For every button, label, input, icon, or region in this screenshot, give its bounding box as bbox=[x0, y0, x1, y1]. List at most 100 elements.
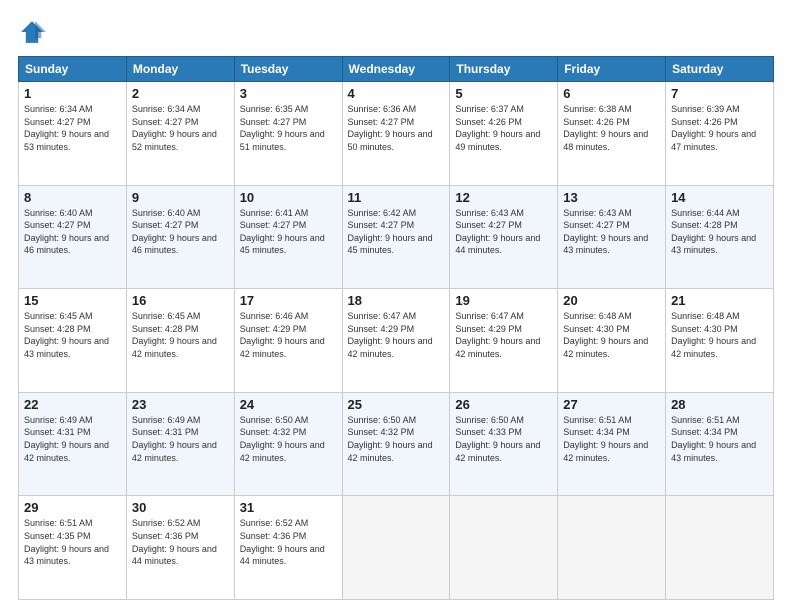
calendar-cell: 17 Sunrise: 6:46 AMSunset: 4:29 PMDayligh… bbox=[234, 289, 342, 393]
logo-icon bbox=[18, 18, 46, 46]
day-number: 28 bbox=[671, 397, 768, 412]
calendar-cell: 16 Sunrise: 6:45 AMSunset: 4:28 PMDayligh… bbox=[126, 289, 234, 393]
day-number: 6 bbox=[563, 86, 660, 101]
weekday-header: Thursday bbox=[450, 57, 558, 82]
day-info: Sunrise: 6:47 AMSunset: 4:29 PMDaylight:… bbox=[455, 311, 540, 359]
day-number: 20 bbox=[563, 293, 660, 308]
day-number: 24 bbox=[240, 397, 337, 412]
day-info: Sunrise: 6:51 AMSunset: 4:34 PMDaylight:… bbox=[563, 415, 648, 463]
day-number: 26 bbox=[455, 397, 552, 412]
day-info: Sunrise: 6:43 AMSunset: 4:27 PMDaylight:… bbox=[563, 208, 648, 256]
calendar-table: SundayMondayTuesdayWednesdayThursdayFrid… bbox=[18, 56, 774, 600]
calendar-cell: 6 Sunrise: 6:38 AMSunset: 4:26 PMDaylight… bbox=[558, 82, 666, 186]
day-info: Sunrise: 6:51 AMSunset: 4:34 PMDaylight:… bbox=[671, 415, 756, 463]
calendar-cell: 27 Sunrise: 6:51 AMSunset: 4:34 PMDayligh… bbox=[558, 392, 666, 496]
day-number: 21 bbox=[671, 293, 768, 308]
day-info: Sunrise: 6:50 AMSunset: 4:32 PMDaylight:… bbox=[348, 415, 433, 463]
logo bbox=[18, 18, 50, 46]
calendar-cell: 12Sunrise: 6:43 AMSunset: 4:27 PMDayligh… bbox=[450, 185, 558, 289]
day-info: Sunrise: 6:47 AMSunset: 4:29 PMDaylight:… bbox=[348, 311, 433, 359]
day-info: Sunrise: 6:40 AMSunset: 4:27 PMDaylight:… bbox=[24, 208, 109, 256]
day-number: 29 bbox=[24, 500, 121, 515]
day-info: Sunrise: 6:34 AMSunset: 4:27 PMDaylight:… bbox=[24, 104, 109, 152]
calendar-cell: 24 Sunrise: 6:50 AMSunset: 4:32 PMDayligh… bbox=[234, 392, 342, 496]
calendar-cell: 15 Sunrise: 6:45 AMSunset: 4:28 PMDayligh… bbox=[19, 289, 127, 393]
weekday-header: Saturday bbox=[666, 57, 774, 82]
calendar-cell: 28 Sunrise: 6:51 AMSunset: 4:34 PMDayligh… bbox=[666, 392, 774, 496]
calendar-cell: 3Sunrise: 6:35 AMSunset: 4:27 PMDaylight… bbox=[234, 82, 342, 186]
calendar-cell: 21 Sunrise: 6:48 AMSunset: 4:30 PMDayligh… bbox=[666, 289, 774, 393]
weekday-header: Sunday bbox=[19, 57, 127, 82]
day-info: Sunrise: 6:48 AMSunset: 4:30 PMDaylight:… bbox=[671, 311, 756, 359]
calendar-cell: 19 Sunrise: 6:47 AMSunset: 4:29 PMDayligh… bbox=[450, 289, 558, 393]
day-number: 30 bbox=[132, 500, 229, 515]
day-number: 11 bbox=[348, 190, 445, 205]
calendar-cell: 11 Sunrise: 6:42 AMSunset: 4:27 PMDayligh… bbox=[342, 185, 450, 289]
calendar-cell: 14 Sunrise: 6:44 AMSunset: 4:28 PMDayligh… bbox=[666, 185, 774, 289]
calendar-cell: 7Sunrise: 6:39 AMSunset: 4:26 PMDaylight… bbox=[666, 82, 774, 186]
day-info: Sunrise: 6:49 AMSunset: 4:31 PMDaylight:… bbox=[24, 415, 109, 463]
calendar-cell: 1 Sunrise: 6:34 AMSunset: 4:27 PMDaylight… bbox=[19, 82, 127, 186]
day-info: Sunrise: 6:45 AMSunset: 4:28 PMDaylight:… bbox=[132, 311, 217, 359]
day-info: Sunrise: 6:39 AMSunset: 4:26 PMDaylight:… bbox=[671, 104, 756, 152]
calendar-cell bbox=[666, 496, 774, 600]
day-number: 1 bbox=[24, 86, 121, 101]
day-number: 17 bbox=[240, 293, 337, 308]
day-info: Sunrise: 6:34 AMSunset: 4:27 PMDaylight:… bbox=[132, 104, 217, 152]
day-number: 31 bbox=[240, 500, 337, 515]
day-number: 16 bbox=[132, 293, 229, 308]
day-info: Sunrise: 6:52 AMSunset: 4:36 PMDaylight:… bbox=[240, 518, 325, 566]
day-number: 3 bbox=[240, 86, 337, 101]
page: SundayMondayTuesdayWednesdayThursdayFrid… bbox=[0, 0, 792, 612]
weekday-header: Tuesday bbox=[234, 57, 342, 82]
day-info: Sunrise: 6:37 AMSunset: 4:26 PMDaylight:… bbox=[455, 104, 540, 152]
day-number: 5 bbox=[455, 86, 552, 101]
day-number: 2 bbox=[132, 86, 229, 101]
day-info: Sunrise: 6:45 AMSunset: 4:28 PMDaylight:… bbox=[24, 311, 109, 359]
day-info: Sunrise: 6:44 AMSunset: 4:28 PMDaylight:… bbox=[671, 208, 756, 256]
calendar-cell: 23 Sunrise: 6:49 AMSunset: 4:31 PMDayligh… bbox=[126, 392, 234, 496]
day-number: 12 bbox=[455, 190, 552, 205]
calendar-cell: 30 Sunrise: 6:52 AMSunset: 4:36 PMDayligh… bbox=[126, 496, 234, 600]
calendar-cell: 13 Sunrise: 6:43 AMSunset: 4:27 PMDayligh… bbox=[558, 185, 666, 289]
calendar-cell: 26 Sunrise: 6:50 AMSunset: 4:33 PMDayligh… bbox=[450, 392, 558, 496]
day-info: Sunrise: 6:36 AMSunset: 4:27 PMDaylight:… bbox=[348, 104, 433, 152]
day-info: Sunrise: 6:50 AMSunset: 4:32 PMDaylight:… bbox=[240, 415, 325, 463]
calendar-cell: 31 Sunrise: 6:52 AMSunset: 4:36 PMDayligh… bbox=[234, 496, 342, 600]
calendar-cell: 22Sunrise: 6:49 AMSunset: 4:31 PMDayligh… bbox=[19, 392, 127, 496]
calendar-cell bbox=[342, 496, 450, 600]
day-number: 14 bbox=[671, 190, 768, 205]
day-number: 19 bbox=[455, 293, 552, 308]
day-info: Sunrise: 6:51 AMSunset: 4:35 PMDaylight:… bbox=[24, 518, 109, 566]
day-info: Sunrise: 6:50 AMSunset: 4:33 PMDaylight:… bbox=[455, 415, 540, 463]
calendar-cell: 2 Sunrise: 6:34 AMSunset: 4:27 PMDaylight… bbox=[126, 82, 234, 186]
calendar-cell bbox=[450, 496, 558, 600]
day-number: 8 bbox=[24, 190, 121, 205]
day-info: Sunrise: 6:49 AMSunset: 4:31 PMDaylight:… bbox=[132, 415, 217, 463]
day-number: 15 bbox=[24, 293, 121, 308]
calendar-cell: 20 Sunrise: 6:48 AMSunset: 4:30 PMDayligh… bbox=[558, 289, 666, 393]
calendar-cell bbox=[558, 496, 666, 600]
day-info: Sunrise: 6:48 AMSunset: 4:30 PMDaylight:… bbox=[563, 311, 648, 359]
day-info: Sunrise: 6:52 AMSunset: 4:36 PMDaylight:… bbox=[132, 518, 217, 566]
day-number: 23 bbox=[132, 397, 229, 412]
calendar-cell: 5 Sunrise: 6:37 AMSunset: 4:26 PMDaylight… bbox=[450, 82, 558, 186]
calendar-cell: 9 Sunrise: 6:40 AMSunset: 4:27 PMDaylight… bbox=[126, 185, 234, 289]
header bbox=[18, 18, 774, 46]
day-info: Sunrise: 6:46 AMSunset: 4:29 PMDaylight:… bbox=[240, 311, 325, 359]
weekday-header: Monday bbox=[126, 57, 234, 82]
day-info: Sunrise: 6:42 AMSunset: 4:27 PMDaylight:… bbox=[348, 208, 433, 256]
day-number: 18 bbox=[348, 293, 445, 308]
day-number: 4 bbox=[348, 86, 445, 101]
day-number: 9 bbox=[132, 190, 229, 205]
calendar-cell: 8 Sunrise: 6:40 AMSunset: 4:27 PMDaylight… bbox=[19, 185, 127, 289]
day-number: 25 bbox=[348, 397, 445, 412]
day-number: 27 bbox=[563, 397, 660, 412]
calendar-cell: 4 Sunrise: 6:36 AMSunset: 4:27 PMDaylight… bbox=[342, 82, 450, 186]
day-number: 13 bbox=[563, 190, 660, 205]
day-info: Sunrise: 6:38 AMSunset: 4:26 PMDaylight:… bbox=[563, 104, 648, 152]
weekday-header: Wednesday bbox=[342, 57, 450, 82]
day-info: Sunrise: 6:41 AMSunset: 4:27 PMDaylight:… bbox=[240, 208, 325, 256]
day-number: 10 bbox=[240, 190, 337, 205]
day-info: Sunrise: 6:40 AMSunset: 4:27 PMDaylight:… bbox=[132, 208, 217, 256]
